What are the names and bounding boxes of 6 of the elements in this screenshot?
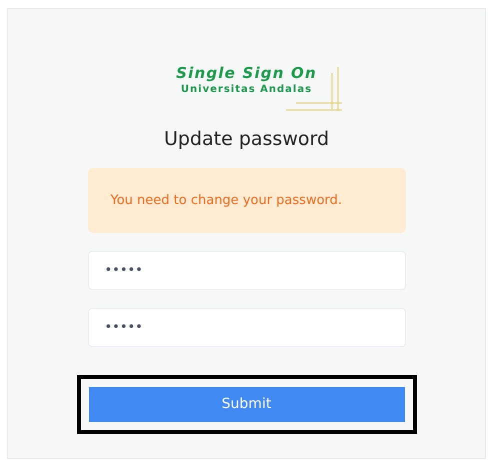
password-field[interactable]: •••••: [88, 251, 406, 290]
logo-title: Single Sign On: [176, 63, 317, 83]
password-field[interactable]: •••••: [88, 308, 406, 347]
logo-subtitle: Universitas Andalas: [180, 83, 312, 97]
page-heading: Update password: [162, 127, 330, 152]
warning-alert: You need to change your password.: [88, 168, 406, 233]
